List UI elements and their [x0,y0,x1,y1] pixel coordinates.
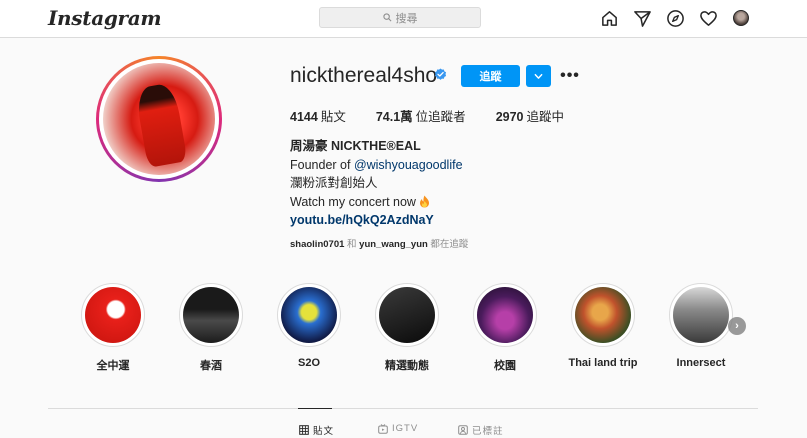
grid-icon [299,425,309,435]
bio-line-3: 瀾粉派對創始人 [290,176,378,190]
chevron-down-icon [534,73,543,79]
bio-external-link[interactable]: youtu.be/hQkQ2AzdNaY [290,211,463,230]
tab-posts[interactable]: 貼文 [299,423,334,437]
tab-posts-label: 貼文 [313,426,335,437]
tab-tagged[interactable]: 已標註 [458,423,504,437]
search-icon [382,13,391,22]
bio-founder-line: Founder of @wishyouagoodlife [290,156,463,175]
highlight-label: Thai land trip [568,357,638,369]
explore-icon[interactable] [665,8,685,28]
highlight-item[interactable]: S2O [276,283,342,373]
more-options-icon[interactable]: ••• [560,66,580,86]
tab-igtv-label: IGTV [392,423,419,434]
highlight-cover [379,287,435,343]
highlights-next-arrow-icon[interactable]: › [728,317,746,335]
followers-count: 74.1萬 [375,110,413,124]
search-input[interactable]: 搜尋 [319,7,481,28]
highlight-label: 精選動態 [385,360,429,372]
highlight-cover [477,287,533,343]
direct-message-icon[interactable] [632,8,652,28]
full-name: 周湯豪 NICKTHE®EAL [290,139,421,153]
highlight-cover [85,287,141,343]
follow-button[interactable]: 追蹤 [461,65,520,87]
highlight-label: 春酒 [200,360,222,372]
bio-founder-prefix: Founder of [290,157,354,172]
igtv-icon [378,423,388,434]
posts-stat: 4144 貼文 [290,106,346,125]
following-stat[interactable]: 2970 追蹤中 [496,106,564,125]
story-highlights: 全中運 春酒 S2O 精選動態 校園 Thai land trip Inners… [80,283,766,373]
active-tab-indicator [298,408,332,409]
followed-by-suffix: 都在追蹤 [427,239,469,250]
followers-stat[interactable]: 74.1萬 位追蹤者 [376,106,466,125]
highlight-item[interactable]: Thai land trip [568,283,638,373]
activity-heart-icon[interactable] [698,8,718,28]
profile-username: nickthereal4sho [290,64,438,87]
tab-tagged-label: 已標註 [472,426,504,437]
highlight-cover [673,287,729,343]
highlight-cover [281,287,337,343]
following-count: 2970 [495,110,524,124]
home-icon[interactable] [599,8,619,28]
posts-count: 4144 [290,110,318,124]
highlight-cover [183,287,239,343]
followers-label: 位追蹤者 [415,110,466,124]
followed-by-and: 和 [344,239,360,250]
profile-picture[interactable] [96,56,222,182]
profile-bio: 周湯豪 NICKTHE®EAL Founder of @wishyouagood… [290,137,463,230]
highlight-label: 全中運 [96,360,130,372]
tabs-divider [48,408,758,409]
highlight-label: 校園 [494,360,516,372]
followed-by: shaolin0701 和 yun_wang_yun 都在追蹤 [290,236,468,250]
tagged-icon [458,425,468,435]
highlight-label: Innersect [676,357,726,369]
fire-emoji-icon [420,195,430,207]
instagram-logo[interactable]: Instagram [48,6,162,30]
follower-username-2[interactable]: yun_wang_yun [359,239,428,250]
top-nav: Instagram 搜尋 [0,0,807,38]
tab-igtv[interactable]: IGTV [378,423,418,434]
highlight-item[interactable]: 全中運 [80,283,146,373]
following-label: 追蹤中 [526,110,565,124]
highlight-item[interactable]: Innersect [668,283,734,373]
highlight-cover [575,287,631,343]
verified-badge-icon [434,68,447,80]
highlight-label: S2O [297,357,320,369]
bio-line-4-text: Watch my concert now [290,194,416,209]
profile-stats: 4144 貼文 74.1萬 位追蹤者 2970 追蹤中 [290,106,594,125]
follower-username-1[interactable]: shaolin0701 [290,239,344,250]
posts-label: 貼文 [320,110,346,124]
highlight-item[interactable]: 校園 [472,283,538,373]
founder-handle-link[interactable]: @wishyouagoodlife [354,158,463,172]
highlight-item[interactable]: 精選動態 [374,283,440,373]
suggested-accounts-dropdown-button[interactable] [526,65,551,87]
bio-line-4: Watch my concert now [290,193,463,212]
search-placeholder: 搜尋 [395,12,418,25]
profile-avatar-icon[interactable] [731,8,751,28]
highlight-item[interactable]: 春酒 [178,283,244,373]
